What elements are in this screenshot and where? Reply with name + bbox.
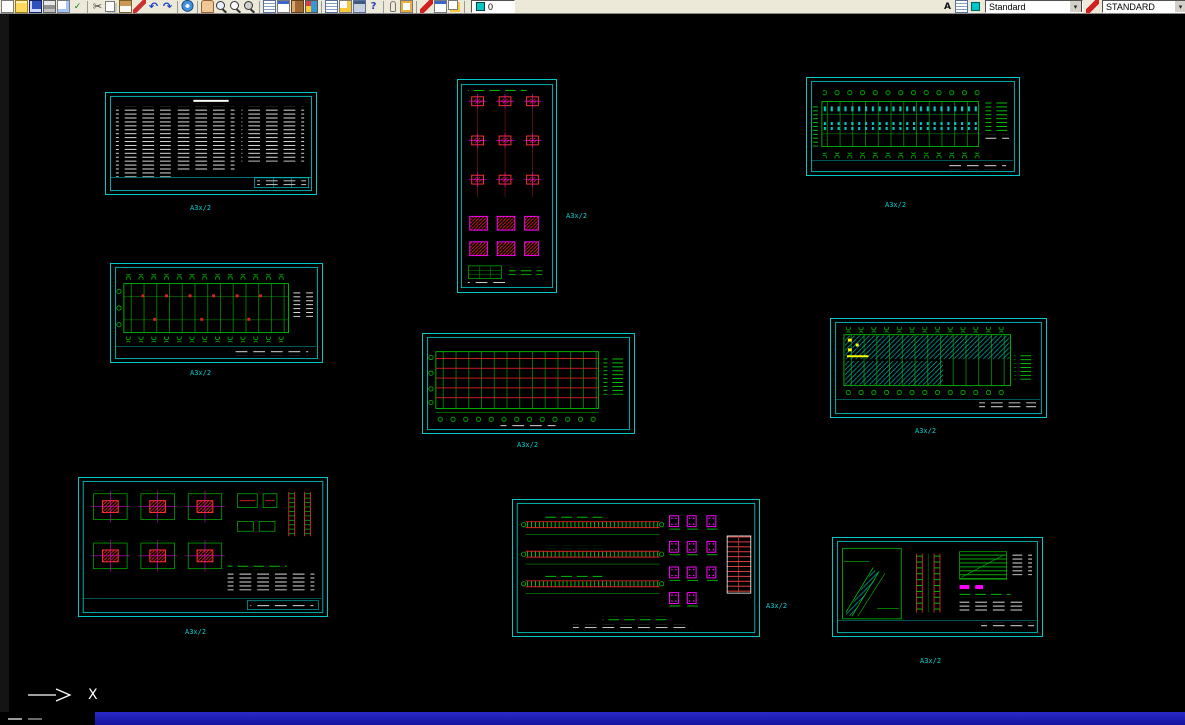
sheet-column-details[interactable] [457, 79, 557, 293]
sheet-roof-framing-plan-content [811, 80, 1015, 173]
command-line-area[interactable] [0, 712, 95, 725]
spelling-icon[interactable]: ✓ [71, 0, 84, 13]
insert-hyperlink-icon[interactable] [181, 0, 194, 13]
layer-properties-icon[interactable] [448, 0, 458, 10]
attach-xref-icon[interactable] [390, 1, 396, 12]
sheet-label-second-floor-plan: A3x/2 [915, 427, 937, 435]
toolbar-button-group: ✓ ✂ ↶ ↷? [1, 0, 467, 13]
quickcalc-icon[interactable] [353, 0, 366, 13]
print-preview-icon[interactable] [57, 0, 70, 13]
toolbar-separator [416, 0, 417, 13]
named-views-right-icon[interactable] [955, 0, 968, 13]
ucs-x-label: X [88, 687, 98, 703]
toolbar-separator [464, 0, 465, 13]
field-icon[interactable] [400, 0, 413, 13]
chevron-down-icon[interactable]: ▾ [1174, 1, 1185, 12]
sheet-column-details-content [460, 84, 554, 288]
sheet-label-foundation-details: A3x/2 [185, 628, 207, 636]
save-icon[interactable] [29, 0, 42, 13]
zoom-previous-icon[interactable] [243, 0, 256, 13]
sheet-label-foundation-plan: A3x/2 [190, 369, 212, 377]
paste-icon[interactable] [119, 0, 132, 13]
sheet-stair-details-content [837, 540, 1038, 634]
sheet-foundation-plan-content [115, 266, 318, 360]
cut-icon[interactable]: ✂ [91, 0, 104, 13]
style-button-group: A [941, 0, 982, 13]
properties-icon[interactable] [277, 0, 290, 13]
sheet-second-floor-plan-content [835, 321, 1042, 415]
toolbar-separator [87, 0, 88, 13]
new-icon[interactable] [1, 0, 14, 13]
print-icon[interactable] [43, 0, 56, 13]
toolbar-separator [321, 0, 322, 13]
layer-color-swatch-icon [476, 2, 485, 11]
sheet-second-floor-plan[interactable] [830, 318, 1047, 418]
drawing-canvas[interactable]: A3x/2 A3x/2 A3x/2 A3x/2 A3x/2 A3x/2 A3x/… [0, 14, 1185, 712]
toolbar-separator [259, 0, 260, 13]
sheet-foundation-details[interactable] [78, 477, 328, 617]
sheet-floor-framing-plan-content [427, 336, 630, 431]
zoom-realtime-icon[interactable] [215, 0, 228, 13]
sheet-foundation-plan[interactable] [110, 263, 323, 363]
sheet-label-beam-details: A3x/2 [766, 602, 788, 610]
open-icon[interactable] [15, 0, 28, 13]
sheet-label-floor-framing-plan: A3x/2 [517, 441, 539, 449]
copy-icon[interactable] [105, 1, 115, 12]
match-properties-icon[interactable] [133, 0, 146, 13]
sheet-roof-framing-plan[interactable] [806, 77, 1020, 176]
sheet-floor-framing-plan[interactable] [422, 333, 635, 434]
standard-toolbar: ✓ ✂ ↶ ↷? 0 A Standard ▾ STANDARD ▾ [0, 0, 1185, 14]
ucs-x-arrow-icon [28, 688, 72, 702]
zoom-window-icon[interactable] [229, 0, 242, 13]
chevron-down-icon[interactable]: ▾ [1069, 1, 1082, 12]
sheet-label-roof-framing-plan: A3x/2 [885, 201, 907, 209]
bottom-bar [0, 712, 1185, 725]
pan-realtime-icon[interactable] [201, 0, 214, 13]
sheet-stair-details[interactable] [832, 537, 1043, 637]
dim-style-value: STANDARD [1106, 1, 1155, 12]
make-block-icon[interactable] [420, 0, 433, 13]
layer-control[interactable]: 0 [471, 0, 515, 13]
help-icon[interactable]: ? [367, 0, 380, 13]
sheet-label-column-details: A3x/2 [566, 212, 588, 220]
sheet-beam-details-content [516, 502, 756, 634]
layer-value: 0 [488, 1, 494, 12]
sheet-beam-details[interactable] [512, 499, 760, 637]
sheet-foundation-details-content [82, 480, 324, 614]
undo-icon[interactable]: ↶ [147, 0, 160, 13]
ucs-icon: X [26, 682, 98, 708]
text-style-combobox[interactable]: Standard ▾ [985, 0, 1083, 13]
toolbar-separator [383, 0, 384, 13]
markup-set-manager-icon[interactable] [339, 0, 352, 13]
dim-style-icon[interactable] [1086, 0, 1099, 13]
taskbar-strip[interactable] [95, 712, 1185, 725]
dim-style-combobox[interactable]: STANDARD ▾ [1102, 0, 1185, 13]
named-views-icon[interactable] [263, 0, 276, 13]
toolbar-separator [177, 0, 178, 13]
render-icon[interactable] [971, 2, 980, 11]
sheet-set-manager-icon[interactable] [325, 0, 338, 13]
redo-icon[interactable]: ↷ [161, 0, 174, 13]
sheet-label-stair-details: A3x/2 [920, 657, 942, 665]
tool-palettes-icon[interactable] [305, 0, 318, 13]
text-style-manager-icon[interactable]: A [941, 0, 954, 13]
sheet-general-notes[interactable] [105, 92, 317, 195]
sheet-general-notes-content [110, 95, 312, 192]
toolbar-separator [197, 0, 198, 13]
insert-block-icon[interactable] [434, 0, 447, 13]
text-style-value: Standard [989, 1, 1026, 12]
designcenter-icon[interactable] [291, 0, 304, 13]
sheet-label-general-notes: A3x/2 [190, 204, 212, 212]
